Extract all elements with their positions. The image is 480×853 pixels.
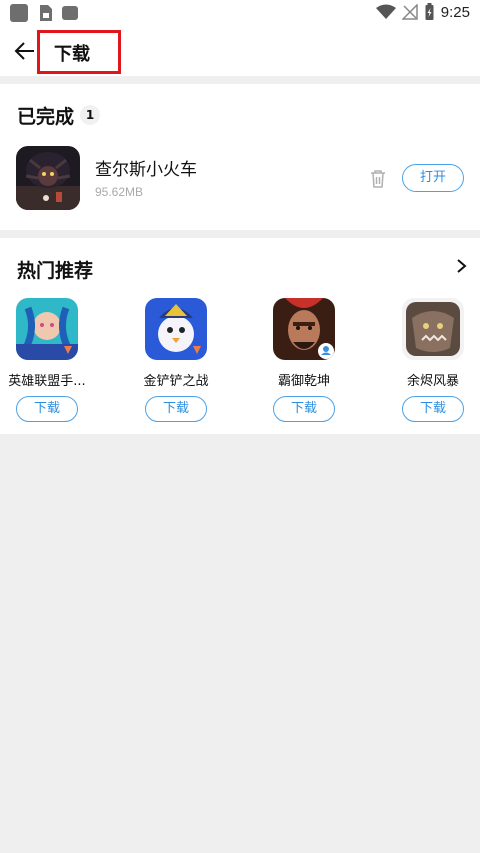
completed-section-title: 已完成: [17, 106, 75, 128]
system-icons: 9:25: [375, 3, 470, 21]
battery-icon: [425, 3, 434, 20]
download-button[interactable]: 下载: [145, 396, 207, 422]
app-icon-bayu-qiankun[interactable]: [273, 298, 335, 360]
completed-app-name: 查尔斯小火车: [95, 160, 197, 180]
back-arrow-icon[interactable]: [14, 40, 36, 62]
download-button[interactable]: 下载: [16, 396, 78, 422]
app-icon-tft[interactable]: [145, 298, 207, 360]
download-button[interactable]: 下载: [273, 396, 335, 422]
app-icon-yujin-storm[interactable]: [402, 298, 464, 360]
sim-card-icon: [40, 5, 52, 21]
page-title: 下载: [54, 44, 90, 65]
recommend-item-name: 英雄联盟手...: [8, 374, 86, 389]
notification-icons: [10, 4, 78, 22]
app-icon-charles-train[interactable]: [16, 146, 80, 210]
completed-section: 已完成 1 查尔斯小火车 95.62MB 打开: [0, 84, 480, 230]
recommend-item-name: 余烬风暴: [406, 374, 459, 389]
top-app-bar: 下载: [0, 28, 480, 76]
message-icon: [62, 6, 78, 20]
no-signal-icon: [401, 4, 418, 20]
recommend-item-name: 金铲铲之战: [143, 374, 209, 389]
title-highlight-box: 下载: [37, 30, 121, 74]
trash-icon[interactable]: [369, 169, 387, 189]
download-button[interactable]: 下载: [402, 396, 464, 422]
clock: 9:25: [440, 3, 470, 21]
completed-count-badge: 1: [80, 105, 100, 125]
recommend-item-yujin-storm[interactable]: 余烬风暴 下载: [385, 298, 480, 428]
recommend-item-lol-mobile[interactable]: 英雄联盟手... 下载: [0, 298, 95, 428]
open-app-button[interactable]: 打开: [402, 164, 464, 192]
recommend-item-name: 霸御乾坤: [277, 374, 330, 389]
recommend-item-tft[interactable]: 金铲铲之战 下载: [128, 298, 224, 428]
wifi-icon: [375, 4, 396, 19]
status-bar: 9:25: [0, 0, 480, 28]
notification-app-icon: [10, 4, 28, 22]
chevron-right-icon[interactable]: [454, 258, 468, 274]
app-icon-lol-mobile[interactable]: [16, 298, 78, 360]
hot-recommendations-section: 热门推荐 英雄联盟手... 下载 金铲铲之战 下载 霸御乾坤 下载 余烬风暴 下…: [0, 238, 480, 434]
hot-section-title: 热门推荐: [17, 260, 94, 282]
completed-app-size: 95.62MB: [95, 185, 144, 199]
recommend-item-bayu-qiankun[interactable]: 霸御乾坤 下载: [256, 298, 352, 428]
